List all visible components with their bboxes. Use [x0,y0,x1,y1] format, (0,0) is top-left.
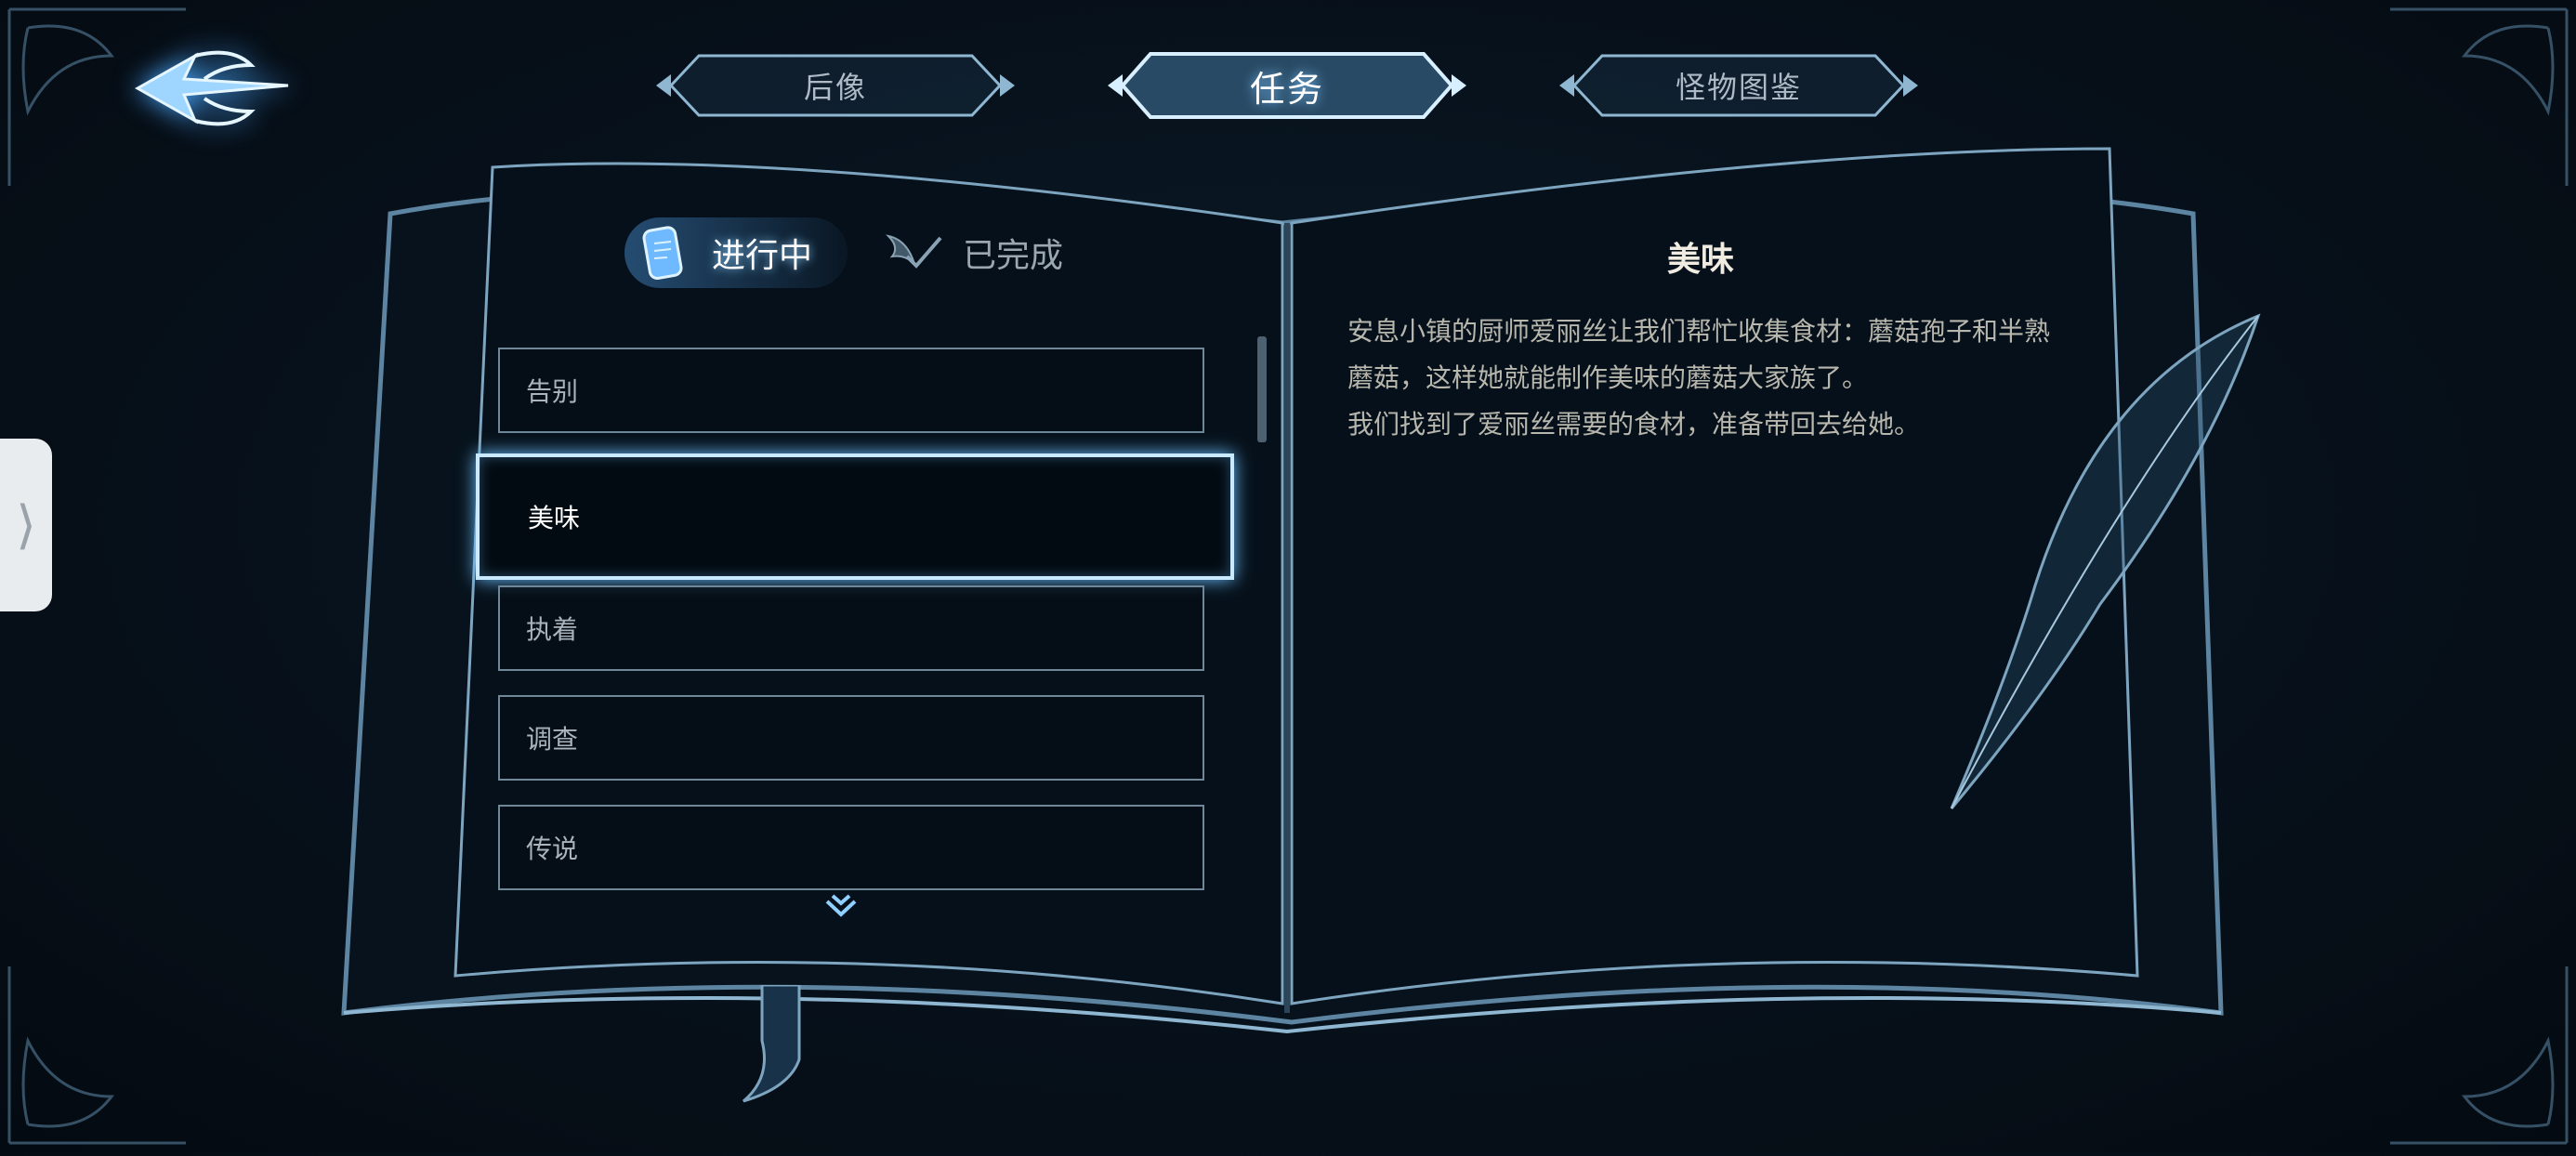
tab-completed[interactable]: 已完成 [885,223,1063,282]
back-button[interactable] [130,37,297,139]
quest-label: 传说 [526,834,579,864]
quest-list-scrollbar[interactable] [1257,336,1267,442]
tab-afterimage[interactable]: 后像 [652,48,1019,123]
tab-quests[interactable]: 任务 [1104,48,1470,123]
corner-ornament-bottom-left [0,929,223,1152]
tab-in-progress[interactable]: 进行中 [624,217,848,288]
tab-label: 怪物图鉴 [1675,70,1802,105]
quest-label: 美味 [528,503,581,533]
quest-label: 调查 [526,724,579,755]
corner-ornament-bottom-right [2353,929,2576,1152]
tab-completed-label: 已完成 [963,237,1064,275]
list-item-quest-selected[interactable]: 美味 [476,453,1234,580]
wings-check-icon [885,223,944,282]
list-item-quest[interactable]: 执着 [498,585,1204,671]
tab-in-progress-label: 进行中 [712,237,813,275]
scroll-down-icon[interactable] [823,892,859,924]
list-item-quest[interactable]: 传说 [498,805,1204,890]
list-item-quest[interactable]: 告别 [498,348,1204,433]
list-item-quest[interactable]: 调查 [498,695,1204,781]
quest-detail-title: 美味 [1666,240,1734,279]
scroll-icon [634,223,693,282]
quest-label: 告别 [526,376,579,407]
tab-bestiary[interactable]: 怪物图鉴 [1556,48,1922,123]
chevron-right-icon: ⟩ [16,494,36,556]
quill-feather-icon [1933,307,2267,827]
quest-list: 告别 美味 执着 调查 传说 [476,348,1234,914]
bookmark-ribbon [734,983,818,1106]
corner-ornament-top-right [2353,0,2576,223]
tab-label: 后像 [803,70,867,105]
tab-label: 任务 [1249,68,1324,110]
quest-label: 执着 [526,614,579,645]
winged-arrow-back-icon [134,50,289,126]
side-drawer-handle[interactable]: ⟩ [0,439,52,611]
quest-status-tabs: 进行中 已完成 [624,216,1100,290]
